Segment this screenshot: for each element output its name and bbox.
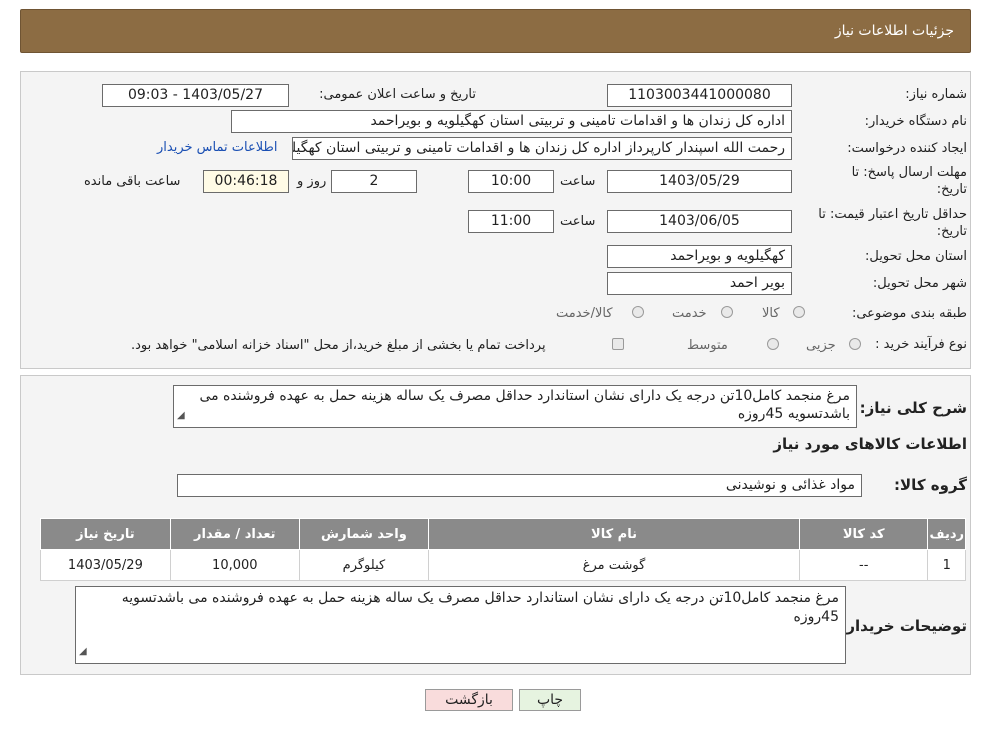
deadline-date-field: 1403/05/29 [607,170,792,193]
cell-unit: کیلوگرم [298,549,430,581]
table-row: 1 -- گوشت مرغ کیلوگرم 10,000 1403/05/29 [40,549,966,581]
page-header: جزئیات اطلاعات نیاز [20,9,971,53]
category-radio-service[interactable] [721,306,733,318]
page-title: جزئیات اطلاعات نیاز [834,23,954,39]
cell-quantity: 10,000 [169,549,300,581]
resize-grip-icon[interactable]: ◢ [79,642,87,661]
process-radio-medium[interactable] [767,338,779,350]
process-note: پرداخت تمام یا بخشی از مبلغ خرید،از محل … [131,338,546,353]
province-field: کهگیلویه و بویراحمد [607,245,792,268]
buyer-org-field: اداره کل زندان ها و اقدامات تامینی و ترب… [231,110,792,133]
goods-group-label: گروه کالا: [894,476,967,494]
goods-group-field: مواد غذائی و نوشیدنی [177,474,862,497]
cell-row-number: 1 [927,549,966,581]
deadline-label-date: تاریخ: [936,182,967,197]
remaining-label: ساعت باقی مانده [84,174,181,189]
process-label: نوع فرآیند خرید : [875,337,967,352]
resize-grip-icon[interactable]: ◢ [177,407,185,425]
category-label: طبقه بندی موضوعی: [851,306,967,321]
city-label: شهر محل تحویل: [872,276,967,291]
category-option-service: خدمت [672,306,707,321]
cell-item-name: گوشت مرغ [428,549,800,581]
remaining-time-field: 00:46:18 [203,170,289,193]
deadline-time-field: 10:00 [468,170,554,193]
goods-section-title: اطلاعات کالاهای مورد نیاز [773,435,967,453]
days-label: روز و [297,174,327,189]
city-field: بویر احمد [607,272,792,295]
deadline-time-label: ساعت [560,174,596,189]
goods-table: ردیف کد کالا نام کالا واحد شمارش تعداد /… [40,518,966,581]
col-item-code: کد کالا [798,518,929,550]
back-button[interactable]: بازگشت [425,689,513,711]
validity-date-field: 1403/06/05 [607,210,792,233]
summary-text: مرغ منجمد کامل10تن درجه یک دارای نشان اس… [199,388,850,422]
summary-textarea[interactable]: مرغ منجمد کامل10تن درجه یک دارای نشان اس… [173,385,857,428]
validity-time-field: 11:00 [468,210,554,233]
province-label: استان محل تحویل: [865,249,967,264]
col-unit: واحد شمارش [298,518,430,550]
process-radio-minor[interactable] [849,338,861,350]
days-field: 2 [331,170,417,193]
creator-label: ایجاد کننده درخواست: [847,141,967,156]
summary-label: شرح کلی نیاز: [859,399,967,417]
need-number-label: شماره نیاز: [905,87,967,102]
validity-label-date: تاریخ: [936,224,967,239]
table-header-row: ردیف کد کالا نام کالا واحد شمارش تعداد /… [40,518,966,550]
deadline-label: مهلت ارسال پاسخ: تا [851,165,967,180]
process-checkbox-treasury[interactable] [612,338,624,350]
buyer-contact-link[interactable]: اطلاعات تماس خریدار [157,140,277,155]
buyer-notes-label: توضیحات خریدار: [840,617,967,635]
buyer-notes-textarea[interactable]: مرغ منجمد کامل10تن درجه یک دارای نشان اس… [75,586,846,664]
buyer-notes-text: مرغ منجمد کامل10تن درجه یک دارای نشان اس… [121,590,839,625]
category-option-goods: کالا [762,306,780,321]
print-button[interactable]: چاپ [519,689,581,711]
cell-item-code: -- [798,549,929,581]
cell-need-date: 1403/05/29 [40,549,171,581]
category-option-goods-service: کالا/خدمت [556,306,613,321]
process-option-minor: جزیی [806,338,836,353]
col-quantity: تعداد / مقدار [169,518,300,550]
category-radio-goods-service[interactable] [632,306,644,318]
category-radio-goods[interactable] [793,306,805,318]
need-number-field: 1103003441000080 [607,84,792,107]
validity-label: حداقل تاریخ اعتبار قیمت: تا [818,207,967,222]
validity-time-label: ساعت [560,214,596,229]
announce-label: تاریخ و ساعت اعلان عمومی: [319,87,476,102]
creator-field: رحمت الله اسپندار کارپرداز اداره کل زندا… [292,137,792,160]
col-item-name: نام کالا [428,518,800,550]
process-option-medium: متوسط [687,338,728,353]
col-row-number: ردیف [927,518,966,550]
buyer-org-label: نام دستگاه خریدار: [864,114,967,129]
announce-field: 1403/05/27 - 09:03 [102,84,289,107]
col-need-date: تاریخ نیاز [40,518,171,550]
